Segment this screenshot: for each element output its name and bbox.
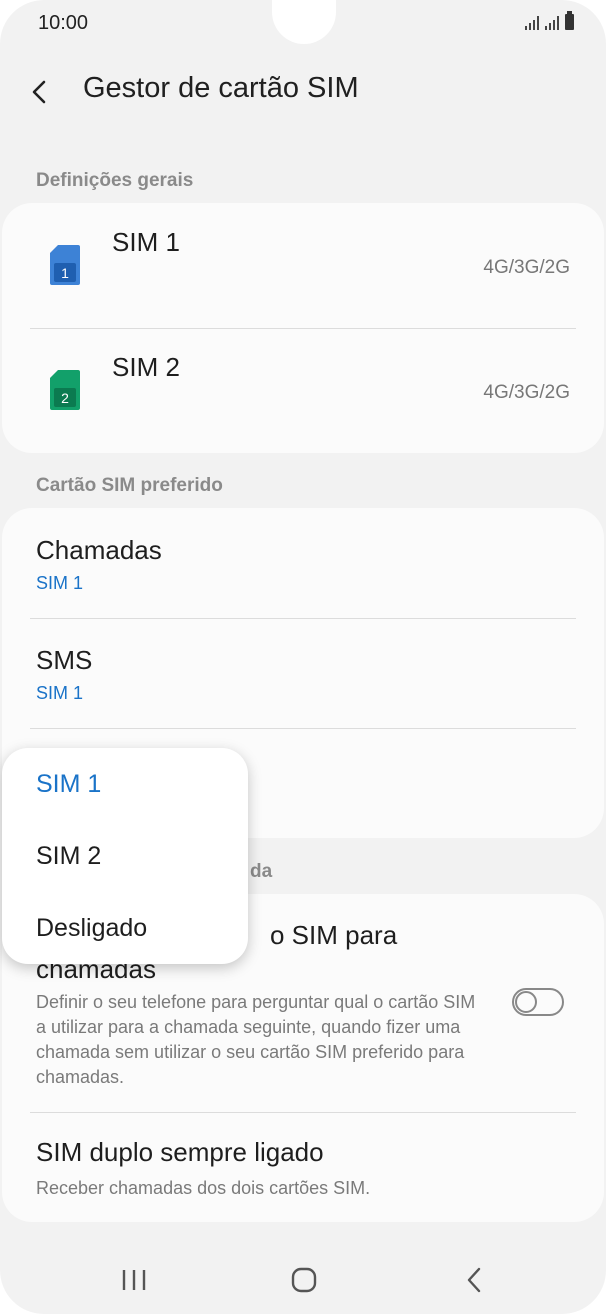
section-header-partial: da [250, 861, 273, 882]
pref-calls-item[interactable]: Chamadas SIM 1 [2, 508, 604, 618]
recent-apps-button[interactable] [112, 1260, 156, 1300]
pref-sms-item[interactable]: SMS SIM 1 [2, 618, 604, 728]
pref-sms-value: SIM 1 [36, 683, 84, 703]
sim-item-2[interactable]: 2 SIM 2 4G/3G/2G [2, 328, 604, 453]
sim-item-1[interactable]: 1 SIM 1 4G/3G/2G [2, 203, 604, 328]
sim-badge-2: 2 [61, 390, 69, 406]
sim-list-card: 1 SIM 1 4G/3G/2G 2 SIM 2 4G/3G/2G [2, 203, 604, 453]
sim-choice-popup: SIM 1 SIM 2 Desligado [2, 748, 248, 964]
popup-option-sim1[interactable]: SIM 1 [36, 770, 101, 799]
pref-calls-value: SIM 1 [36, 573, 84, 593]
signal-sim1-icon [525, 14, 539, 30]
popup-option-off[interactable]: Desligado [36, 914, 147, 943]
status-bar: 10:00 [0, 0, 606, 48]
pref-sms-title: SMS [36, 645, 93, 675]
popup-option-sim2[interactable]: SIM 2 [36, 842, 101, 871]
signal-sim2-icon [545, 14, 559, 30]
back-nav-button[interactable] [452, 1260, 496, 1300]
battery-icon [565, 11, 574, 30]
sim-network-1: 4G/3G/2G [483, 257, 570, 278]
status-icons [525, 11, 574, 30]
home-icon [291, 1267, 317, 1293]
sim-name-1: SIM 1 [112, 227, 180, 257]
ask-sim-toggle[interactable] [512, 988, 564, 1016]
sim-network-2: 4G/3G/2G [483, 382, 570, 403]
toggle-knob [515, 991, 537, 1013]
sim-card-1-icon: 1 [50, 245, 80, 285]
recent-apps-icon [122, 1270, 146, 1290]
back-arrow-icon [32, 80, 46, 104]
sim-card-2-icon: 2 [50, 370, 80, 410]
dual-sim-item[interactable]: SIM duplo sempre ligado Receber chamadas… [2, 1112, 604, 1222]
home-button[interactable] [282, 1260, 326, 1300]
top-app-bar: Gestor de cartão SIM [0, 60, 606, 120]
phone-screen: 10:00 Gestor de cartão SIM Definições ge… [0, 0, 606, 1314]
status-time: 10:00 [38, 12, 89, 34]
pref-calls-title: Chamadas [36, 535, 162, 565]
page-title: Gestor de cartão SIM [83, 72, 359, 104]
sim-badge-1: 1 [61, 265, 69, 281]
sim-name-2: SIM 2 [112, 352, 180, 382]
back-nav-icon [467, 1267, 481, 1293]
back-button[interactable] [24, 70, 60, 110]
dual-sim-description: Receber chamadas dos dois cartões SIM. [36, 1178, 371, 1198]
navigation-bar [0, 1246, 606, 1314]
section-header-general: Definições gerais [36, 170, 194, 191]
dual-sim-title: SIM duplo sempre ligado [36, 1137, 324, 1167]
section-header-preferred: Cartão SIM preferido [36, 475, 223, 496]
ask-sim-description: Definir o seu telefone para perguntar qu… [36, 992, 476, 1087]
